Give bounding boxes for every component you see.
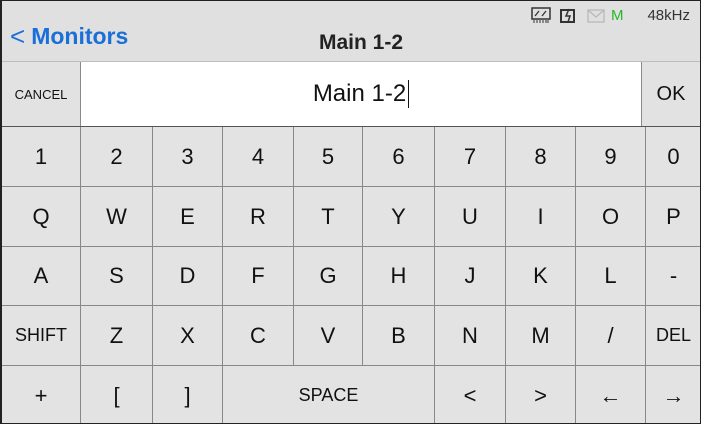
- keyboard: 1 2 3 4 5 6 7 8 9 0 Q W E R T Y U I O P A S D F G H J K L - SHIFT Z X C V B…: [2, 127, 700, 423]
- text-entry-bar: CANCEL Main 1-2 OK: [2, 62, 700, 127]
- key-r[interactable]: R: [223, 187, 293, 246]
- key-0[interactable]: 0: [646, 127, 700, 186]
- sample-rate: 48kHz: [647, 7, 690, 24]
- ok-button[interactable]: OK: [641, 62, 700, 126]
- key-3[interactable]: 3: [153, 127, 222, 186]
- key-left-bracket[interactable]: [: [81, 366, 152, 423]
- key-less-than[interactable]: <: [435, 366, 505, 423]
- key-6[interactable]: 6: [363, 127, 434, 186]
- key-h[interactable]: H: [363, 247, 434, 305]
- text-caret: [408, 80, 410, 108]
- key-y[interactable]: Y: [363, 187, 434, 246]
- key-l[interactable]: L: [576, 247, 645, 305]
- key-k[interactable]: K: [506, 247, 575, 305]
- cancel-button[interactable]: CANCEL: [2, 62, 81, 126]
- key-delete[interactable]: DEL: [646, 306, 700, 365]
- key-9[interactable]: 9: [576, 127, 645, 186]
- key-p[interactable]: P: [646, 187, 700, 246]
- key-q[interactable]: Q: [2, 187, 80, 246]
- key-m[interactable]: M: [506, 306, 575, 365]
- key-g[interactable]: G: [294, 247, 362, 305]
- key-shift[interactable]: SHIFT: [2, 306, 80, 365]
- key-2[interactable]: 2: [81, 127, 152, 186]
- key-a[interactable]: A: [2, 247, 80, 305]
- key-s[interactable]: S: [81, 247, 152, 305]
- status-area: M 48kHz: [531, 7, 690, 24]
- key-left-arrow[interactable]: ←: [576, 366, 645, 423]
- key-j[interactable]: J: [435, 247, 505, 305]
- header-bar: < Monitors Main 1-2 M 48kHz: [2, 1, 700, 62]
- key-dash[interactable]: -: [646, 247, 700, 305]
- key-f[interactable]: F: [223, 247, 293, 305]
- key-n[interactable]: N: [435, 306, 505, 365]
- key-v[interactable]: V: [294, 306, 362, 365]
- key-z[interactable]: Z: [81, 306, 152, 365]
- key-x[interactable]: X: [153, 306, 222, 365]
- key-right-bracket[interactable]: ]: [153, 366, 222, 423]
- mail-icon: [587, 8, 605, 23]
- key-i[interactable]: I: [506, 187, 575, 246]
- key-slash[interactable]: /: [576, 306, 645, 365]
- card-icon: [559, 8, 575, 23]
- key-space[interactable]: SPACE: [223, 366, 434, 423]
- key-u[interactable]: U: [435, 187, 505, 246]
- key-7[interactable]: 7: [435, 127, 505, 186]
- keyboard-screen: < Monitors Main 1-2 M 48kHz CANCEL Main …: [0, 0, 701, 424]
- key-plus[interactable]: +: [2, 366, 80, 423]
- key-t[interactable]: T: [294, 187, 362, 246]
- key-greater-than[interactable]: >: [506, 366, 575, 423]
- key-8[interactable]: 8: [506, 127, 575, 186]
- key-o[interactable]: O: [576, 187, 645, 246]
- key-5[interactable]: 5: [294, 127, 362, 186]
- page-title: Main 1-2: [318, 31, 404, 54]
- key-b[interactable]: B: [363, 306, 434, 365]
- text-input-value: Main 1-2: [312, 80, 407, 107]
- key-d[interactable]: D: [153, 247, 222, 305]
- key-w[interactable]: W: [81, 187, 152, 246]
- key-4[interactable]: 4: [223, 127, 293, 186]
- key-right-arrow[interactable]: →: [646, 366, 700, 423]
- meter-icon: [531, 7, 551, 23]
- m-indicator: M: [610, 7, 624, 24]
- text-input[interactable]: Main 1-2: [81, 62, 641, 126]
- key-1[interactable]: 1: [2, 127, 80, 186]
- key-e[interactable]: E: [153, 187, 222, 246]
- key-c[interactable]: C: [223, 306, 293, 365]
